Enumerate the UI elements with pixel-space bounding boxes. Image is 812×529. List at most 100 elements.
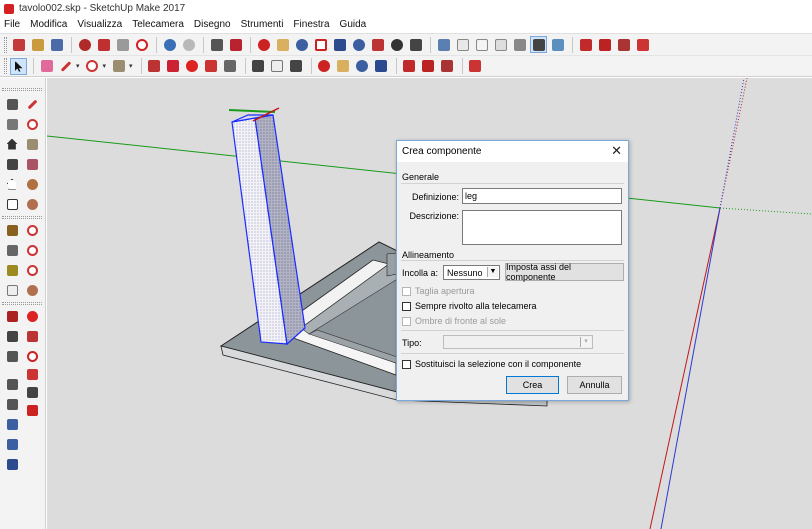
layer-icon[interactable] xyxy=(4,196,20,212)
zoom-icon[interactable] xyxy=(293,36,310,53)
model-info-icon[interactable] xyxy=(227,36,244,53)
iso-view-icon[interactable] xyxy=(435,36,452,53)
open-folder-icon[interactable] xyxy=(29,36,46,53)
home-icon[interactable] xyxy=(4,136,20,152)
always-face-camera-checkbox[interactable]: Sempre rivolto alla telecamera xyxy=(402,301,537,311)
save-icon[interactable] xyxy=(48,36,65,53)
front-view-icon[interactable] xyxy=(473,36,490,53)
rotate-icon[interactable] xyxy=(203,58,220,75)
menu-finestra[interactable]: Finestra xyxy=(293,19,329,30)
undo-icon[interactable] xyxy=(161,36,178,53)
erase-icon[interactable] xyxy=(133,36,150,53)
follow-me-icon[interactable] xyxy=(24,366,40,382)
follow-me-icon[interactable] xyxy=(165,58,182,75)
paint-bucket-icon[interactable] xyxy=(4,116,20,132)
three-point-arc-icon[interactable] xyxy=(24,262,40,278)
toolbar-grip[interactable] xyxy=(2,88,42,91)
toolbar-grip[interactable] xyxy=(2,216,42,219)
move-icon[interactable] xyxy=(184,58,201,75)
warehouse-icon[interactable] xyxy=(577,36,594,53)
bottom-view-icon[interactable] xyxy=(549,36,566,53)
polygon-icon[interactable] xyxy=(24,196,40,212)
zoom-icon[interactable] xyxy=(4,416,20,432)
rotate-icon[interactable] xyxy=(24,348,40,364)
back-view-icon[interactable] xyxy=(511,36,528,53)
previous-view-icon[interactable] xyxy=(350,36,367,53)
orbit-icon[interactable] xyxy=(4,376,20,392)
section-plane-icon[interactable] xyxy=(4,348,20,364)
zoom-extents-icon[interactable] xyxy=(331,36,348,53)
axes-icon[interactable] xyxy=(288,58,305,75)
pan-icon[interactable] xyxy=(335,58,352,75)
dimension-icon[interactable] xyxy=(4,242,20,258)
tape-measure-icon[interactable] xyxy=(4,222,20,238)
rectangle-icon[interactable] xyxy=(24,136,40,152)
select-arrow-icon[interactable] xyxy=(10,57,27,75)
tape-measure-icon[interactable] xyxy=(250,58,267,75)
walk-icon[interactable] xyxy=(407,36,424,53)
text-label-icon[interactable] xyxy=(269,58,286,75)
arc-icon[interactable] xyxy=(84,58,101,75)
pan-icon[interactable] xyxy=(4,396,20,412)
circle-icon[interactable] xyxy=(24,176,40,192)
glue-to-select[interactable]: Nessuno ▼ xyxy=(443,265,500,280)
share-model-icon[interactable] xyxy=(420,58,437,75)
3d-text-icon[interactable] xyxy=(4,328,20,344)
new-file-icon[interactable] xyxy=(10,36,27,53)
menu-telecamera[interactable]: Telecamera xyxy=(132,19,184,30)
zoom-extents-icon[interactable] xyxy=(4,456,20,472)
shadows-face-sun-checkbox[interactable]: Ombre di fronte al sole xyxy=(402,316,506,326)
toolbar-grip[interactable] xyxy=(4,36,7,53)
make-component-icon[interactable] xyxy=(4,96,20,112)
toolbar-grip[interactable] xyxy=(4,58,7,74)
rotated-rectangle-icon[interactable] xyxy=(24,156,40,172)
zoom-window-icon[interactable] xyxy=(4,436,20,452)
move-icon[interactable] xyxy=(24,308,40,324)
zoom-extents-icon[interactable] xyxy=(373,58,390,75)
pan-icon[interactable] xyxy=(274,36,291,53)
orbit-icon[interactable] xyxy=(255,36,272,53)
menu-file[interactable]: File xyxy=(4,19,20,30)
pie-icon[interactable] xyxy=(24,282,40,298)
house-icon[interactable] xyxy=(4,176,20,192)
redo-icon[interactable] xyxy=(180,36,197,53)
push-pull-icon[interactable] xyxy=(146,58,163,75)
top-view-icon[interactable] xyxy=(454,36,471,53)
copy-icon[interactable] xyxy=(95,36,112,53)
pencil-line-icon[interactable] xyxy=(57,58,74,75)
cut-opening-checkbox[interactable]: Taglia apertura xyxy=(402,286,475,296)
eraser-icon[interactable] xyxy=(38,58,55,75)
rectangle-icon[interactable] xyxy=(110,58,127,75)
share-component-icon[interactable] xyxy=(439,58,456,75)
zoom-icon[interactable] xyxy=(354,58,371,75)
look-around-icon[interactable] xyxy=(388,36,405,53)
menu-disegno[interactable]: Disegno xyxy=(194,19,231,30)
scale-icon[interactable] xyxy=(24,384,40,400)
warehouse-icon[interactable] xyxy=(4,156,20,172)
type-select[interactable]: ▾ xyxy=(443,335,593,349)
cut-icon[interactable] xyxy=(76,36,93,53)
cancel-button[interactable]: Annulla xyxy=(567,376,622,394)
definition-input[interactable] xyxy=(462,188,622,204)
chevron-down-icon[interactable]: ▾ xyxy=(129,62,133,70)
position-camera-icon[interactable] xyxy=(369,36,386,53)
chevron-down-icon[interactable]: ▾ xyxy=(103,62,107,70)
arc-icon[interactable] xyxy=(24,222,40,238)
replace-selection-checkbox[interactable]: Sostituisci la selezione con il componen… xyxy=(402,359,581,369)
axes-icon[interactable] xyxy=(4,308,20,324)
two-point-arc-icon[interactable] xyxy=(24,242,40,258)
extension-warehouse-icon[interactable] xyxy=(467,58,484,75)
close-icon[interactable]: ✕ xyxy=(611,144,622,157)
orbit-icon[interactable] xyxy=(316,58,333,75)
chevron-down-icon[interactable]: ▾ xyxy=(76,62,80,70)
share-model-icon[interactable] xyxy=(596,36,613,53)
text-label-icon[interactable] xyxy=(4,282,20,298)
menu-modifica[interactable]: Modifica xyxy=(30,19,67,30)
pencil-line-icon[interactable] xyxy=(24,96,40,112)
left-view-icon[interactable] xyxy=(530,36,547,53)
menu-strumenti[interactable]: Strumenti xyxy=(241,19,284,30)
menu-guida[interactable]: Guida xyxy=(340,19,367,30)
right-view-icon[interactable] xyxy=(492,36,509,53)
description-textarea[interactable] xyxy=(462,210,622,245)
protractor-icon[interactable] xyxy=(4,262,20,278)
